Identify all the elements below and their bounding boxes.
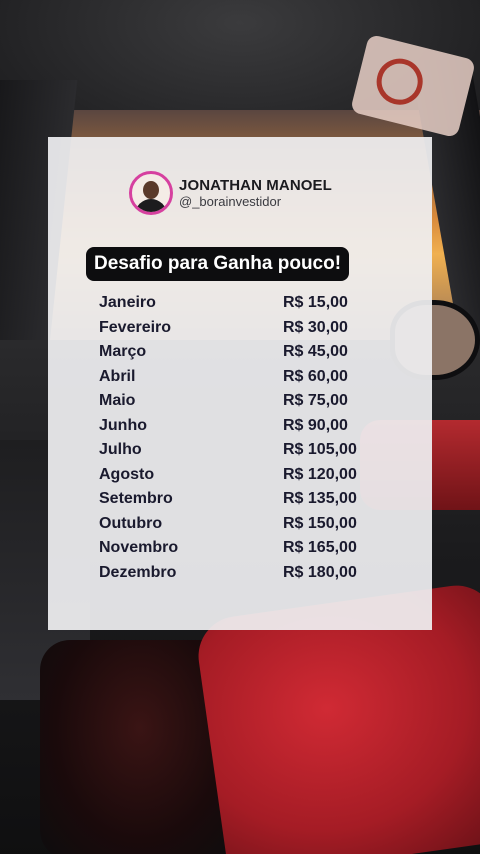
profile-header: JONATHAN MANOEL @_borainvestidor xyxy=(129,171,332,215)
table-row: Julho R$ 105,00 xyxy=(99,438,399,463)
amount-value: R$ 90,00 xyxy=(283,416,348,434)
table-row: Novembro R$ 165,00 xyxy=(99,536,399,561)
month-label: Dezembro xyxy=(99,563,177,581)
amount-value: R$ 60,00 xyxy=(283,367,348,385)
month-label: Agosto xyxy=(99,465,155,483)
avatar xyxy=(129,171,173,215)
table-row: Agosto R$ 120,00 xyxy=(99,463,399,488)
challenge-card: JONATHAN MANOEL @_borainvestidor Desafio… xyxy=(48,137,432,630)
table-row: Maio R$ 75,00 xyxy=(99,389,399,414)
amount-value: R$ 135,00 xyxy=(283,490,357,508)
month-label: Junho xyxy=(99,416,147,434)
month-label: Janeiro xyxy=(99,294,156,312)
amount-value: R$ 150,00 xyxy=(283,514,357,532)
amount-value: R$ 180,00 xyxy=(283,563,357,581)
table-row: Janeiro R$ 15,00 xyxy=(99,291,399,316)
amount-value: R$ 75,00 xyxy=(283,392,348,410)
amount-value: R$ 45,00 xyxy=(283,343,348,361)
month-label: Abril xyxy=(99,367,136,385)
month-label: Setembro xyxy=(99,490,173,508)
amount-value: R$ 105,00 xyxy=(283,441,357,459)
table-row: Fevereiro R$ 30,00 xyxy=(99,316,399,341)
table-row: Abril R$ 60,00 xyxy=(99,365,399,390)
month-label: Novembro xyxy=(99,539,179,557)
avatar-head xyxy=(143,181,159,199)
amount-value: R$ 30,00 xyxy=(283,318,348,336)
month-label: Maio xyxy=(99,392,136,410)
amount-value: R$ 120,00 xyxy=(283,465,357,483)
page-title: Desafio para Ganha pouco! xyxy=(94,253,342,274)
profile-name: JONATHAN MANOEL xyxy=(179,177,332,194)
amount-value: R$ 15,00 xyxy=(283,294,348,312)
profile-text: JONATHAN MANOEL @_borainvestidor xyxy=(179,178,332,208)
savings-table: Janeiro R$ 15,00 Fevereiro R$ 30,00 Março R… xyxy=(99,291,399,585)
month-label: Outubro xyxy=(99,514,163,532)
amount-value: R$ 165,00 xyxy=(283,539,357,557)
avatar-shoulders xyxy=(135,199,167,212)
month-label: Março xyxy=(99,343,147,361)
table-row: Setembro R$ 135,00 xyxy=(99,487,399,512)
title-pill: Desafio para Ganha pouco! xyxy=(86,247,350,281)
month-label: Fevereiro xyxy=(99,318,172,336)
table-row: Dezembro R$ 180,00 xyxy=(99,561,399,586)
profile-handle: @_borainvestidor xyxy=(179,194,282,209)
table-row: Junho R$ 90,00 xyxy=(99,414,399,439)
table-row: Março R$ 45,00 xyxy=(99,340,399,365)
month-label: Julho xyxy=(99,441,142,459)
table-row: Outubro R$ 150,00 xyxy=(99,512,399,537)
